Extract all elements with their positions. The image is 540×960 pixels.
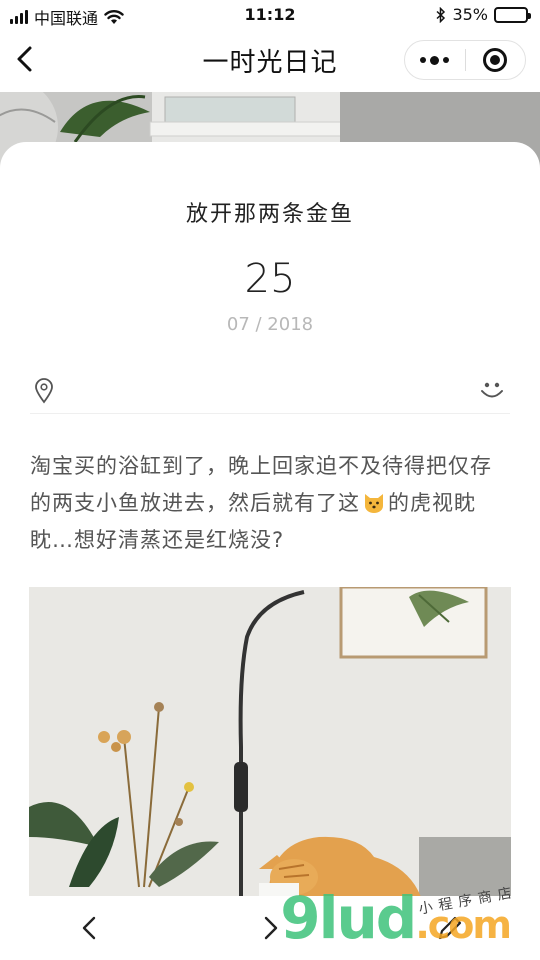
entry-body: 淘宝买的浴缸到了，晚上回家迫不及待得把仅存的两支小鱼放进去，然后就有了这 的虎视… (30, 448, 510, 559)
diary-card: 放开那两条金鱼 25 07 / 2018 淘宝买的浴缸到了，晚上回家迫不及待得把… (0, 142, 540, 960)
entry-photo[interactable] (29, 587, 511, 897)
more-dots-icon (420, 55, 450, 65)
status-right: 35% (436, 5, 531, 24)
smiley-icon[interactable] (478, 376, 506, 404)
battery-percent: 35% (452, 5, 488, 24)
cat-face-icon (365, 494, 383, 513)
capsule-target-icon (483, 48, 508, 72)
entry-day: 25 (244, 256, 296, 302)
entry-title: 放开那两条金鱼 (185, 202, 354, 227)
entry-meta-row (30, 368, 510, 414)
more-button[interactable] (405, 41, 465, 79)
nav-bar: 一时光日记 (0, 30, 540, 90)
entry-month-year: 07 / 2018 (226, 314, 314, 335)
mini-program-capsule (404, 40, 526, 80)
watermark-main: 9lud (280, 884, 417, 952)
entry-photo-drawing (29, 587, 511, 897)
status-bar: 中国联通 11:12 35% (0, 0, 540, 30)
battery-icon (494, 6, 531, 23)
bluetooth-icon (436, 6, 446, 23)
prev-entry-button[interactable] (74, 912, 106, 944)
close-capsule-button[interactable] (466, 41, 526, 79)
location-pin-icon[interactable] (34, 378, 54, 404)
